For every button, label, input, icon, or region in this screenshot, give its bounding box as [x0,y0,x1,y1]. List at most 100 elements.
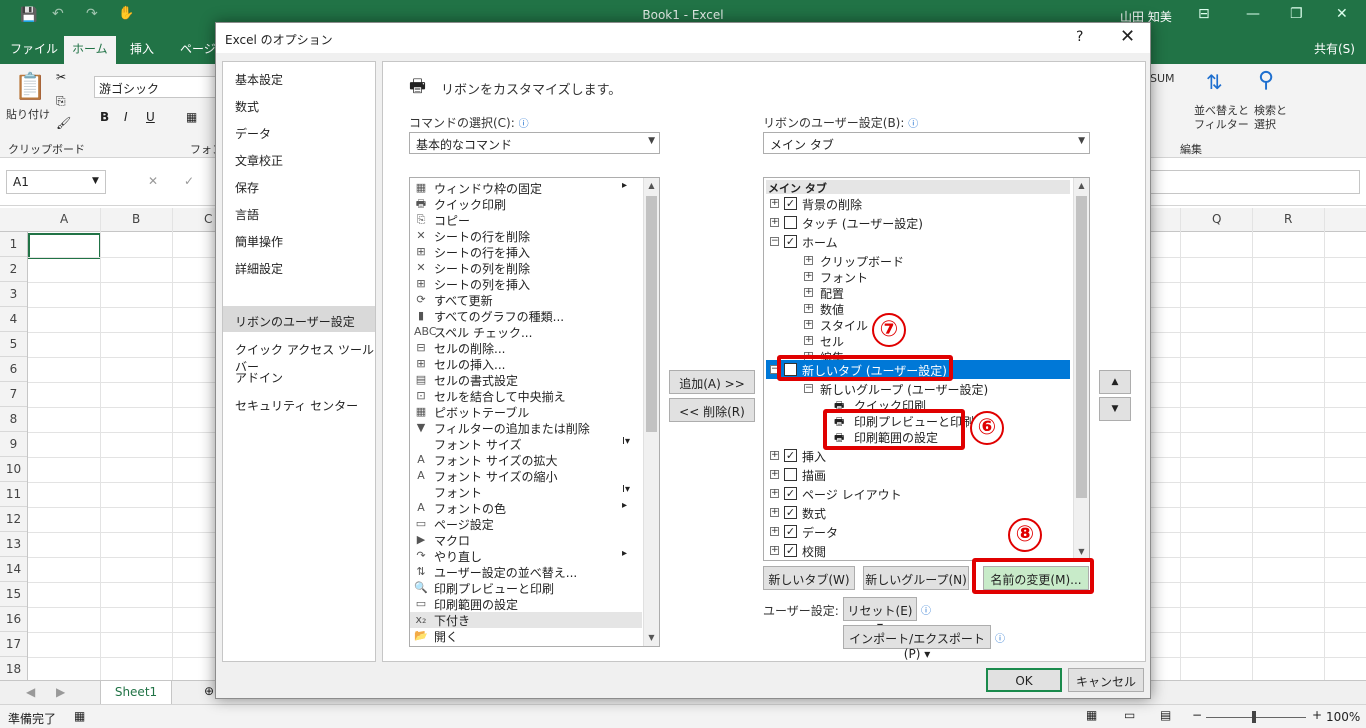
sort-filter-icon[interactable]: ⇅ [1206,70,1223,94]
command-item[interactable]: ▤ セルの書式設定 [410,372,642,388]
ribbon-display-icon[interactable]: ⊟ [1198,6,1210,22]
column-header-q[interactable]: Q [1212,212,1221,226]
row-header[interactable]: 14 [0,557,27,582]
scroll-thumb[interactable] [1076,196,1087,498]
zoom-out-icon[interactable]: − [1192,708,1202,722]
normal-view-icon[interactable]: ▦ [1086,708,1097,722]
column-header-c[interactable]: C [204,212,212,226]
checkbox[interactable] [784,216,797,229]
format-painter-icon[interactable]: 🖌 [56,116,71,130]
command-item[interactable]: ▭ 印刷範囲の設定 [410,596,642,612]
expand-icon[interactable]: + [770,451,779,460]
command-item[interactable]: x₂ 下付き [410,612,642,628]
tree-item[interactable]: + 描画 [766,465,1070,484]
next-sheet-icon[interactable]: ▶ [56,685,65,699]
cancel-button[interactable]: キャンセル [1068,668,1144,692]
row-header[interactable]: 5 [0,332,27,357]
expand-icon[interactable]: + [770,470,779,479]
minimize-icon[interactable]: — [1246,6,1260,22]
move-up-button[interactable]: ▲ [1099,370,1131,394]
commands-list[interactable]: ▦ ウィンドウ枠の固定 ▸ 🖶 クイック印刷 ⎘ コピー ✕ シートの行を削除 ⊞ シートの行を挿入… [409,177,660,647]
font-name-box[interactable]: 游ゴシック [94,76,216,98]
nav-item[interactable]: セキュリティ センター [223,390,375,416]
expand-icon[interactable]: + [804,272,813,281]
tab-home[interactable]: ホーム [64,36,116,64]
command-item[interactable]: ▶ マクロ [410,532,642,548]
nav-item[interactable]: 基本設定 [223,64,375,90]
command-item[interactable]: ⟳ すべて更新 [410,292,642,308]
expand-icon[interactable]: + [804,304,813,313]
underline-icon[interactable]: U [146,110,155,124]
row-header[interactable]: 3 [0,282,27,307]
command-item[interactable]: ABC スペル チェック... [410,324,642,340]
scroll-thumb[interactable] [646,196,657,432]
enter-icon[interactable]: ✓ [184,174,194,188]
expand-icon[interactable]: + [770,508,779,517]
tab-page[interactable]: ページ [180,40,216,57]
sum-label[interactable]: SUM [1150,72,1175,85]
find-icon[interactable]: ⚲ [1258,68,1274,93]
expand-icon[interactable]: + [804,256,813,265]
command-item[interactable]: フォント I▾ [410,484,642,500]
tree-item[interactable]: + タッチ (ユーザー設定) [766,213,1070,232]
zoom-in-icon[interactable]: + [1312,708,1322,722]
window-close-icon[interactable]: ✕ [1336,6,1348,22]
checkbox[interactable]: ✓ [784,235,797,248]
ribbon-combo[interactable]: メイン タブ ▼ [763,132,1090,154]
command-item[interactable]: ⊟ セルの削除... [410,340,642,356]
row-header[interactable]: 18 [0,657,27,682]
new-tab-button[interactable]: 新しいタブ(W) [763,566,855,590]
nav-item[interactable]: 保存 [223,172,375,198]
active-cell[interactable] [28,233,101,259]
cancel-entry-icon[interactable]: ✕ [148,174,158,188]
sort-filter-label[interactable]: 並べ替えと フィルター [1194,104,1249,132]
nav-item[interactable]: リボンのユーザー設定 [223,306,375,332]
row-header[interactable]: 13 [0,532,27,557]
row-header[interactable]: 10 [0,457,27,482]
paste-label[interactable]: 貼り付け [6,106,50,122]
tab-file[interactable]: ファイル [10,40,58,57]
row-header[interactable]: 1 [0,232,27,257]
checkbox[interactable]: ✓ [784,544,797,557]
nav-item[interactable]: 詳細設定 [223,253,375,279]
zoom-slider[interactable] [1206,717,1306,718]
nav-item[interactable]: 言語 [223,199,375,225]
row-header[interactable]: 2 [0,257,27,282]
checkbox[interactable]: ✓ [784,506,797,519]
command-item[interactable]: A フォント サイズの拡大 [410,452,642,468]
move-down-button[interactable]: ▼ [1099,397,1131,421]
command-item[interactable]: ⇅ ユーザー設定の並べ替え... [410,564,642,580]
command-item[interactable]: ⊞ シートの行を挿入 [410,244,642,260]
command-item[interactable]: A フォント サイズの縮小 [410,468,642,484]
checkbox[interactable]: ✓ [784,487,797,500]
checkbox[interactable]: ✓ [784,449,797,462]
command-item[interactable]: ✕ シートの列を削除 [410,260,642,276]
checkbox[interactable]: ✓ [784,197,797,210]
row-header[interactable]: 16 [0,607,27,632]
reset-button[interactable]: リセット(E) ▾ [843,597,917,633]
row-header[interactable]: 15 [0,582,27,607]
macro-record-icon[interactable]: ▦ [74,709,85,723]
close-icon[interactable]: ✕ [1120,26,1135,47]
ok-button[interactable]: OK [986,668,1062,692]
expand-icon[interactable]: + [804,320,813,329]
command-item[interactable]: 🔍 印刷プレビューと印刷 [410,580,642,596]
share-button[interactable]: 共有(S) [1314,40,1355,57]
nav-item[interactable]: アドイン [223,362,375,388]
find-select-label[interactable]: 検索と 選択 [1254,104,1287,132]
nav-item[interactable]: クイック アクセス ツール バー [223,334,375,374]
page-layout-icon[interactable]: ▭ [1124,708,1135,722]
row-header[interactable]: 4 [0,307,27,332]
command-item[interactable]: f 関数の挿入... [410,644,642,646]
tree-item[interactable]: − ✓ ホーム [766,232,1070,251]
command-item[interactable]: ⎘ コピー [410,212,642,228]
command-item[interactable]: ▦ ピボットテーブル [410,404,642,420]
commands-combo[interactable]: 基本的なコマンド ▼ [409,132,660,154]
checkbox[interactable]: ✓ [784,525,797,538]
command-item[interactable]: ⊞ シートの列を挿入 [410,276,642,292]
column-header-b[interactable]: B [132,212,140,226]
command-item[interactable]: ▮ すべてのグラフの種類... [410,308,642,324]
column-header-r[interactable]: R [1284,212,1292,226]
remove-button[interactable]: << 削除(R) [669,398,755,422]
formula-input[interactable] [1150,170,1360,194]
